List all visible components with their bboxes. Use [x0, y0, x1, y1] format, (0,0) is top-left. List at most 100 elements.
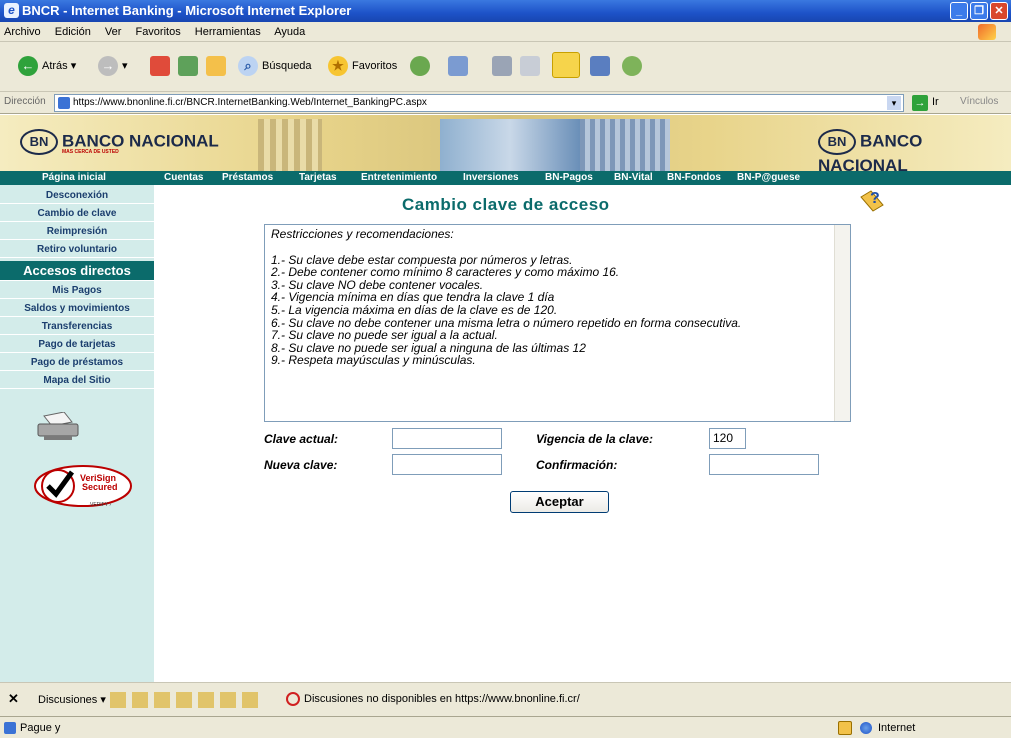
status-bar: Pague y Internet	[0, 716, 1011, 738]
menu-herramientas[interactable]: Herramientas	[195, 26, 261, 38]
validity-label: Vigencia de la clave:	[536, 432, 653, 446]
back-button[interactable]: ← Atrás ▾	[18, 54, 76, 78]
page-status-icon	[4, 722, 16, 734]
edit-icon[interactable]	[520, 56, 540, 76]
close-discussions-icon[interactable]: ✕	[8, 691, 19, 707]
sidebar-item-saldos[interactable]: Saldos y movimientos	[0, 300, 154, 317]
restrictions-heading: Restricciones y recomendaciones:	[271, 227, 454, 241]
nav-inversiones[interactable]: Inversiones	[463, 171, 519, 185]
nav-bn-vital[interactable]: BN-Vital	[614, 171, 653, 185]
verisign-seal[interactable]: VeriSign Secured VERIFY ›	[32, 460, 134, 512]
sidebar-item-retiro-voluntario[interactable]: Retiro voluntario	[0, 241, 154, 258]
sidebar-item-mis-pagos[interactable]: Mis Pagos	[0, 282, 154, 299]
page-title: Cambio clave de acceso	[402, 195, 610, 214]
messenger-icon[interactable]	[622, 56, 642, 76]
forward-button[interactable]: → ▾	[98, 54, 128, 78]
discussions-message: Discusiones no disponibles en https://ww…	[304, 693, 580, 705]
sidebar-item-pago-prestamos[interactable]: Pago de préstamos	[0, 354, 154, 371]
history-icon[interactable]	[410, 56, 430, 76]
menu-bar: Archivo Edición Ver Favoritos Herramient…	[0, 22, 1011, 42]
sidebar-item-mapa-sitio[interactable]: Mapa del Sitio	[0, 372, 154, 389]
links-label[interactable]: Vínculos	[960, 96, 998, 107]
stop-icon[interactable]	[150, 56, 170, 76]
tower-image	[580, 119, 670, 171]
menu-edicion[interactable]: Edición	[55, 26, 91, 38]
nav-cuentas[interactable]: Cuentas	[164, 171, 203, 185]
go-arrow-icon[interactable]: →	[912, 95, 928, 111]
address-bar: Dirección https://www.bnonline.fi.cr/BNC…	[0, 92, 1011, 114]
restriction-item: 7.- Su clave no puede ser igual a la act…	[271, 328, 498, 343]
help-icon[interactable]: ?	[859, 187, 885, 213]
nav-pagina-inicial[interactable]: Página inicial	[42, 171, 106, 185]
restriction-item: 9.- Respeta mayúsculas y minúsculas.	[271, 353, 476, 368]
current-password-label: Clave actual:	[264, 432, 339, 446]
menu-ver[interactable]: Ver	[105, 26, 122, 38]
bank-logo-left[interactable]: BN BANCO NACIONAL MAS CERCA DE USTED	[20, 129, 219, 157]
zone-text: Internet	[878, 722, 916, 734]
validity-field[interactable]: 120	[709, 428, 746, 449]
windows-flag-icon	[978, 24, 996, 40]
ie-icon: e	[4, 3, 19, 18]
confirmation-label: Confirmación:	[536, 458, 618, 472]
bn-logo-mark: BN	[818, 129, 856, 155]
dropdown-arrow-icon[interactable]: ▾	[887, 96, 901, 110]
back-arrow-icon: ←	[18, 56, 38, 77]
restrictions-textarea[interactable]: Restricciones y recomendaciones: 1.- Su …	[264, 224, 851, 422]
printer-icon[interactable]	[34, 412, 82, 442]
mail-icon[interactable]	[448, 56, 468, 76]
nav-tarjetas[interactable]: Tarjetas	[299, 171, 337, 185]
sidebar-item-reimpresion[interactable]: Reimpresión	[0, 223, 154, 240]
go-button[interactable]: Ir	[932, 96, 939, 108]
home-icon[interactable]	[206, 56, 226, 76]
url-field[interactable]: https://www.bnonline.fi.cr/BNCR.Internet…	[54, 94, 904, 112]
menu-favoritos[interactable]: Favoritos	[135, 26, 180, 38]
new-password-label: Nueva clave:	[264, 458, 338, 472]
discussions-bar: ✕ Discusiones ▾ Discusiones no disponibl…	[0, 682, 1011, 716]
favorites-star-icon: ★	[328, 56, 348, 77]
window-titlebar: e BNCR - Internet Banking - Microsoft In…	[0, 0, 1011, 22]
building-image	[258, 119, 322, 171]
research-icon[interactable]	[590, 56, 610, 76]
bn-logo-mark: BN	[20, 129, 58, 155]
notes-icon[interactable]	[552, 52, 580, 78]
accept-button[interactable]: Aceptar	[510, 491, 609, 513]
current-password-field[interactable]	[392, 428, 502, 449]
sidebar-item-transferencias[interactable]: Transferencias	[0, 318, 154, 335]
menu-ayuda[interactable]: Ayuda	[274, 26, 305, 38]
discussion-tools-icons[interactable]	[110, 692, 260, 708]
refresh-icon[interactable]	[178, 56, 198, 76]
city-image	[440, 119, 580, 171]
favorites-button[interactable]: ★ Favoritos	[328, 54, 397, 78]
sidebar-item-cambio-clave[interactable]: Cambio de clave	[0, 205, 154, 222]
nav-bn-paguese[interactable]: BN-P@guese	[737, 171, 800, 185]
url-text: https://www.bnonline.fi.cr/BNCR.Internet…	[73, 97, 427, 108]
scrollbar[interactable]	[834, 225, 850, 421]
close-button[interactable]: ✕	[990, 2, 1008, 20]
verisign-verify: VERIFY ›	[90, 502, 112, 508]
main-content: Cambio clave de acceso ? Restricciones y…	[154, 185, 1011, 682]
status-text: Pague y	[20, 722, 61, 734]
nav-entretenimiento[interactable]: Entretenimiento	[361, 171, 437, 185]
bank-logo-right[interactable]: BNBANCO NACIONAL MAS CERCA DE USTED	[818, 129, 1011, 177]
nav-bn-fondos[interactable]: BN-Fondos	[667, 171, 721, 185]
restore-button[interactable]: ❐	[970, 2, 988, 20]
globe-icon	[860, 722, 872, 734]
nav-prestamos[interactable]: Préstamos	[222, 171, 273, 185]
window-title: BNCR - Internet Banking - Microsoft Inte…	[22, 3, 352, 18]
sidebar-item-desconexion[interactable]: Desconexión	[0, 187, 154, 204]
search-button[interactable]: ⌕ Búsqueda	[238, 54, 312, 78]
confirmation-field[interactable]	[709, 454, 819, 475]
nav-bn-pagos[interactable]: BN-Pagos	[545, 171, 593, 185]
no-discussions-icon	[286, 692, 300, 706]
minimize-button[interactable]: _	[950, 2, 968, 20]
sidebar-section-accesos-directos: Accesos directos	[0, 261, 154, 281]
verisign-secured: Secured	[82, 482, 118, 492]
search-icon: ⌕	[238, 56, 258, 77]
menu-archivo[interactable]: Archivo	[4, 26, 41, 38]
sidebar-item-pago-tarjetas[interactable]: Pago de tarjetas	[0, 336, 154, 353]
discussions-button[interactable]: Discusiones ▾	[38, 693, 106, 706]
lock-icon	[838, 721, 852, 735]
print-icon[interactable]	[492, 56, 512, 76]
restriction-item: 5.- La vigencia máxima en días de la cla…	[271, 302, 558, 317]
new-password-field[interactable]	[392, 454, 502, 475]
